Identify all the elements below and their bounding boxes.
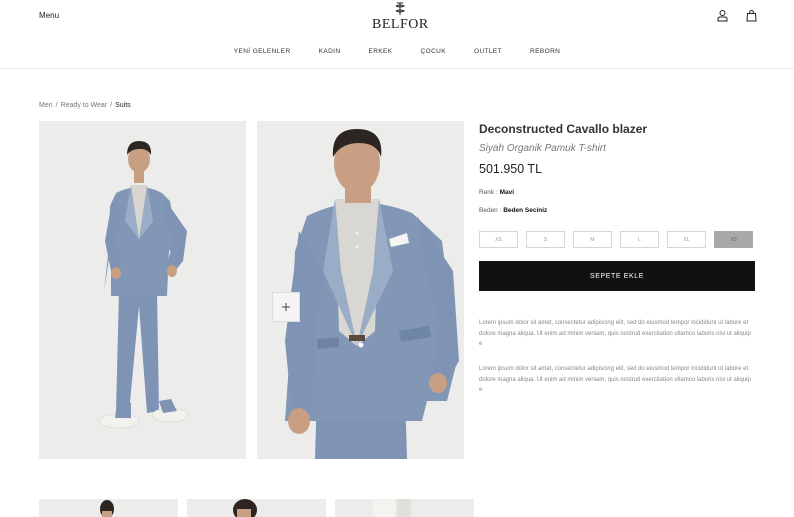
model-closeup-illustration — [257, 121, 464, 459]
breadcrumb-item-ready-to-wear[interactable]: Ready to Wear — [61, 102, 108, 109]
breadcrumb-item-men[interactable]: Men — [39, 102, 53, 109]
product-subtitle: Siyah Organik Pamuk T-shirt — [479, 143, 606, 154]
related-product-thumbnail[interactable] — [39, 499, 178, 517]
product-info: Deconstructed Cavallo blazer Siyah Organ… — [479, 122, 755, 214]
nav-women[interactable]: KADIN — [319, 48, 341, 55]
size-option-m[interactable]: M — [573, 231, 612, 248]
related-product-thumbnail[interactable] — [187, 499, 326, 517]
color-row: Renk : Mavi — [479, 189, 755, 196]
product-description-1: Lorem ipsum dolor sit amet, consectetur … — [479, 320, 751, 347]
breadcrumb: Men / Ready to Wear / Suits — [39, 102, 131, 109]
product-image-closeup[interactable] — [257, 121, 464, 459]
thumbnail-image — [335, 499, 474, 517]
color-label: Renk : — [479, 189, 498, 196]
breadcrumb-separator: / — [55, 102, 58, 109]
size-option-xs[interactable]: XS — [479, 231, 518, 248]
main-nav: YENİ GELENLER KADIN ERKEK ÇOCUK OUTLET R… — [0, 48, 794, 55]
size-label: Beden : — [479, 207, 502, 214]
brand-monogram-icon — [395, 2, 406, 15]
menu-link[interactable]: Menu — [39, 11, 59, 20]
shopping-bag-icon[interactable] — [745, 9, 758, 22]
thumbnail-image — [39, 499, 178, 517]
nav-men[interactable]: ERKEK — [368, 48, 392, 55]
product-image-full-body[interactable] — [39, 121, 246, 459]
breadcrumb-current: Suits — [115, 102, 131, 109]
brand-logo[interactable]: BELFOR — [372, 2, 428, 33]
size-row: Beden : Beden Seciniz — [479, 207, 755, 214]
brand-name: BELFOR — [372, 17, 429, 32]
size-option-selected[interactable]: XS — [714, 231, 753, 248]
header-actions — [716, 9, 758, 22]
size-option-xl[interactable]: XL — [667, 231, 706, 248]
related-product-thumbnail[interactable] — [335, 499, 474, 517]
product-description-2: Lorem ipsum dolor sit amet, consectetur … — [479, 366, 751, 393]
color-value: Mavi — [499, 189, 515, 196]
plus-icon — [282, 303, 290, 311]
breadcrumb-separator: / — [110, 102, 113, 109]
thumbnail-image — [187, 499, 326, 517]
add-to-cart-button[interactable]: SEPETE EKLE — [479, 261, 755, 291]
size-value: Beden Seciniz — [503, 207, 548, 214]
site-header: Menu BELFOR YENİ GELENLER KADIN ERKEK ÇO… — [0, 0, 794, 69]
size-option-l[interactable]: L — [620, 231, 659, 248]
size-selector: XS S M L XL XS — [479, 231, 753, 248]
model-full-body-illustration — [39, 121, 246, 459]
product-title: Deconstructed Cavallo blazer — [479, 122, 648, 136]
nav-new-arrivals[interactable]: YENİ GELENLER — [234, 48, 291, 55]
size-option-s[interactable]: S — [526, 231, 565, 248]
user-icon[interactable] — [716, 9, 729, 22]
nav-outlet[interactable]: OUTLET — [474, 48, 502, 55]
zoom-button[interactable] — [272, 292, 300, 322]
nav-kids[interactable]: ÇOCUK — [421, 48, 446, 55]
product-price: 501.950 TL — [479, 162, 543, 176]
nav-reborn[interactable]: REBORN — [530, 48, 560, 55]
